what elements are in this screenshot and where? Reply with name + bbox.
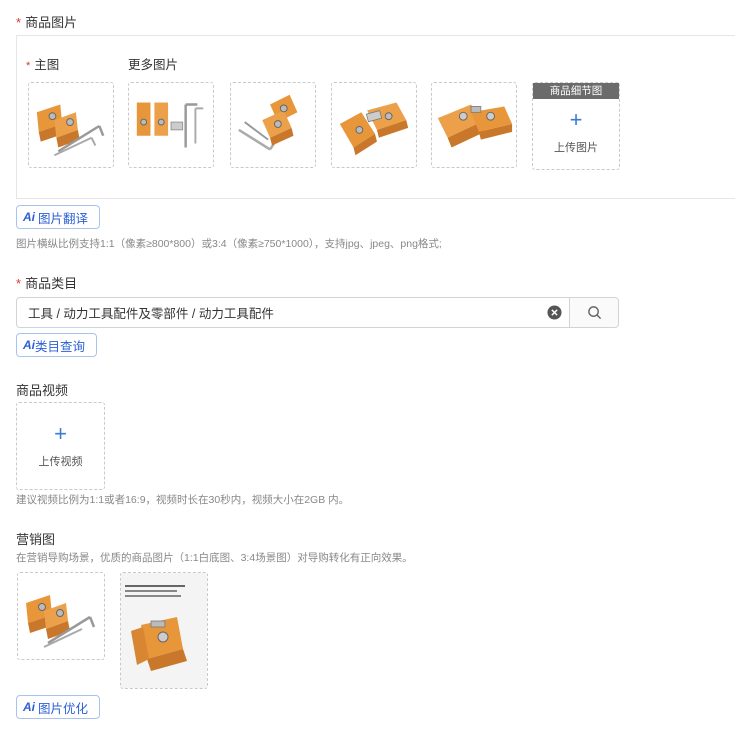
product-photo-image (332, 83, 416, 167)
main-image-thumbnail[interactable] (28, 82, 114, 168)
ai-image-translate-label: 图片翻译 (38, 211, 89, 226)
clear-circle-icon[interactable] (539, 305, 569, 320)
ai-icon: Ai (23, 700, 35, 714)
more-image-thumbnail[interactable] (128, 82, 214, 168)
more-images-label: 更多图片 (128, 58, 179, 72)
plus-icon: + (54, 421, 67, 446)
more-image-thumbnail[interactable] (431, 82, 517, 168)
more-image-thumbnail[interactable] (230, 82, 316, 168)
product-photo-image (121, 573, 207, 688)
search-icon[interactable] (569, 298, 618, 327)
marketing-scene-image[interactable] (120, 572, 208, 689)
marketing-white-bg-image[interactable] (17, 572, 105, 660)
category-heading: * 商品类目 (16, 273, 77, 293)
upload-image-label: 上传图片 (554, 142, 598, 154)
product-photo-image (432, 83, 516, 167)
detail-image-upload[interactable]: 商品细节图 + 上传图片 (532, 82, 620, 170)
required-asterisk: * (16, 15, 22, 30)
main-image-label: * 主图 (26, 58, 60, 72)
ai-image-optimize-label: 图片优化 (38, 701, 89, 716)
plus-icon: + (569, 107, 583, 132)
product-photo-image (29, 83, 113, 167)
detail-image-tag: 商品细节图 (533, 83, 619, 99)
category-value: 工具 / 动力工具配件及零部件 / 动力工具配件 (28, 307, 274, 321)
product-images-heading: * 商品图片 (16, 12, 77, 32)
category-title: 商品类目 (25, 276, 78, 291)
video-upload[interactable]: + 上传视频 (16, 402, 105, 490)
ai-category-query-button[interactable]: Ai 类目查询 (16, 333, 97, 357)
marketing-title: 营销图 (16, 532, 56, 547)
ai-icon: Ai (23, 338, 35, 352)
product-images-title: 商品图片 (25, 15, 78, 30)
ai-category-query-label: 类目查询 (35, 339, 86, 354)
video-title: 商品视频 (16, 383, 69, 398)
image-ratio-hint: 图片横纵比例支持1:1（像素≥800*800）或3:4（像素≥750*1000）… (16, 238, 442, 250)
product-photo-image (18, 573, 104, 659)
product-photo-image (129, 83, 213, 167)
product-photo-image (231, 83, 315, 167)
ai-image-optimize-button[interactable]: Ai 图片优化 (16, 695, 100, 719)
ai-image-translate-button[interactable]: Ai 图片翻译 (16, 205, 100, 229)
marketing-hint: 在营销导购场景，优质的商品图片（1:1白底图、3:4场景图）对导购转化有正向效果… (16, 552, 413, 564)
ai-icon: Ai (23, 210, 35, 224)
upload-video-label: 上传视频 (38, 456, 83, 468)
required-asterisk: * (16, 276, 22, 291)
video-hint: 建议视频比例为1:1或者16:9，视频时长在30秒内，视频大小在2GB 内。 (16, 494, 350, 506)
more-image-thumbnail[interactable] (331, 82, 417, 168)
category-select[interactable]: 工具 / 动力工具配件及零部件 / 动力工具配件 (16, 297, 619, 328)
